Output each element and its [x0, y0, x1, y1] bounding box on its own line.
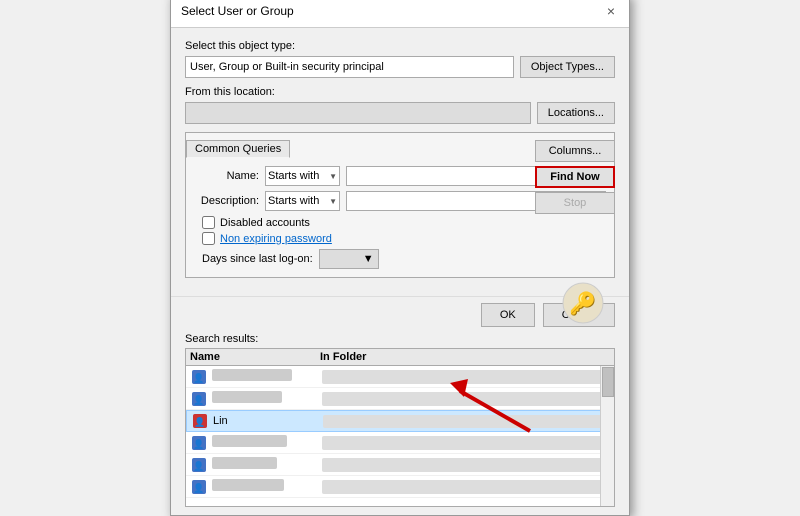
user-icon: 👤: [190, 478, 208, 496]
row-folder: [322, 436, 610, 450]
days-arrow: ▼: [363, 253, 374, 265]
non-expiring-checkbox[interactable]: [202, 232, 215, 245]
dialog-body: Select this object type: Object Types...…: [171, 28, 629, 296]
object-type-label: Select this object type:: [185, 40, 615, 52]
object-type-row: Object Types...: [185, 56, 615, 78]
location-label: From this location:: [185, 86, 615, 98]
results-body[interactable]: 👤 👤: [186, 366, 614, 506]
svg-text:👤: 👤: [193, 394, 204, 405]
row-lin-folder: [323, 415, 609, 428]
table-row-selected[interactable]: 👤 Lin: [186, 410, 614, 432]
scrollbar[interactable]: [600, 366, 614, 506]
location-input[interactable]: [185, 102, 531, 124]
common-queries-tab[interactable]: Common Queries: [186, 140, 290, 158]
table-row[interactable]: 👤: [186, 366, 614, 388]
user-icon: 👤: [190, 390, 208, 408]
find-now-button[interactable]: Find Now: [535, 166, 615, 188]
non-expiring-label[interactable]: Non expiring password: [220, 233, 332, 245]
col-folder-header: In Folder: [320, 351, 610, 363]
title-bar: Select User or Group ×: [171, 0, 629, 28]
select-user-dialog: Select User or Group × Select this objec…: [170, 0, 630, 516]
row-folder: [322, 370, 610, 384]
name-dropdown[interactable]: Starts with ▼: [265, 166, 340, 186]
table-row[interactable]: 👤: [186, 432, 614, 454]
description-dropdown[interactable]: Starts with ▼: [265, 191, 340, 211]
object-types-button[interactable]: Object Types...: [520, 56, 615, 78]
name-dropdown-value: Starts with: [268, 170, 319, 182]
close-button[interactable]: ×: [603, 3, 619, 19]
svg-text:👤: 👤: [193, 460, 204, 471]
svg-text:👤: 👤: [193, 438, 204, 449]
disabled-accounts-checkbox[interactable]: [202, 216, 215, 229]
description-label: Description:: [194, 195, 259, 207]
row-name: [212, 391, 322, 406]
ok-button[interactable]: OK: [481, 303, 535, 327]
results-header: Name In Folder: [186, 349, 614, 366]
bottom-buttons: OK Cancel: [171, 296, 629, 333]
name-label: Name:: [194, 170, 259, 182]
svg-text:👤: 👤: [193, 482, 204, 493]
row-name: [212, 435, 322, 450]
stop-button[interactable]: Stop: [535, 192, 615, 214]
user-icon: 👤: [191, 412, 209, 430]
key-icon: 🔑: [562, 282, 604, 324]
svg-text:👤: 👤: [193, 372, 204, 383]
common-queries-box: Common Queries Name: Starts with ▼ Descr…: [185, 132, 615, 278]
svg-text:👤: 👤: [194, 416, 205, 427]
search-results-table: Name In Folder 👤: [185, 348, 615, 507]
row-lin-name: Lin: [213, 415, 323, 427]
row-name: [212, 479, 322, 494]
table-row[interactable]: 👤: [186, 454, 614, 476]
days-row: Days since last log-on: ▼: [194, 249, 606, 269]
key-icon-area: 🔑: [562, 282, 604, 327]
object-type-input[interactable]: [185, 56, 514, 78]
user-icon: 👤: [190, 456, 208, 474]
location-row: Locations...: [185, 102, 615, 124]
non-expiring-row: Non expiring password: [194, 232, 606, 245]
row-name: [212, 369, 322, 384]
user-icon: 👤: [190, 368, 208, 386]
svg-text:🔑: 🔑: [569, 290, 596, 317]
days-label: Days since last log-on:: [202, 253, 313, 265]
disabled-accounts-label: Disabled accounts: [220, 217, 310, 229]
dialog-title: Select User or Group: [181, 4, 294, 18]
table-row[interactable]: 👤: [186, 388, 614, 410]
description-dropdown-arrow: ▼: [329, 197, 337, 206]
days-dropdown[interactable]: ▼: [319, 249, 379, 269]
table-row[interactable]: 👤: [186, 476, 614, 498]
row-name: [212, 457, 322, 472]
col-name-header: Name: [190, 351, 320, 363]
locations-button[interactable]: Locations...: [537, 102, 615, 124]
row-folder: [322, 458, 610, 472]
user-icon: 👤: [190, 434, 208, 452]
row-folder: [322, 480, 610, 494]
row-folder: [322, 392, 610, 406]
scroll-thumb[interactable]: [602, 367, 614, 397]
name-dropdown-arrow: ▼: [329, 172, 337, 181]
description-dropdown-value: Starts with: [268, 195, 319, 207]
search-results-label: Search results:: [185, 333, 615, 345]
columns-button[interactable]: Columns...: [535, 140, 615, 162]
search-results-section: Search results: Name In Folder 👤: [171, 333, 629, 507]
